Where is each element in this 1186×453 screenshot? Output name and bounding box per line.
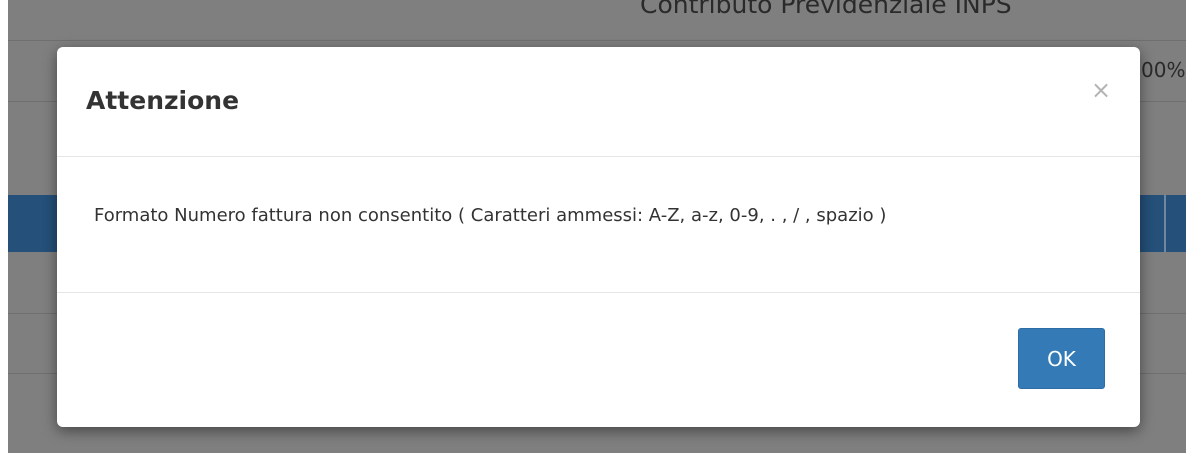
close-icon[interactable]: × <box>1086 75 1116 105</box>
table-row-divider <box>8 40 1186 41</box>
dialog-footer: OK <box>57 293 1140 427</box>
background-column-header: Contributo Previdenziale INPS <box>640 0 1012 19</box>
dialog-title: Attenzione <box>86 86 240 115</box>
table-header-divider <box>1164 195 1166 252</box>
page-left-margin <box>0 0 8 453</box>
close-button[interactable]: × <box>1086 75 1116 105</box>
alert-dialog: Attenzione × Formato Numero fattura non … <box>57 47 1140 427</box>
ok-button[interactable]: OK <box>1018 328 1105 389</box>
background-cell-value: 00% <box>1141 58 1186 82</box>
dialog-header: Attenzione × <box>57 47 1140 157</box>
dialog-message: Formato Numero fattura non consentito ( … <box>94 205 887 226</box>
dialog-body: Formato Numero fattura non consentito ( … <box>57 157 1140 293</box>
